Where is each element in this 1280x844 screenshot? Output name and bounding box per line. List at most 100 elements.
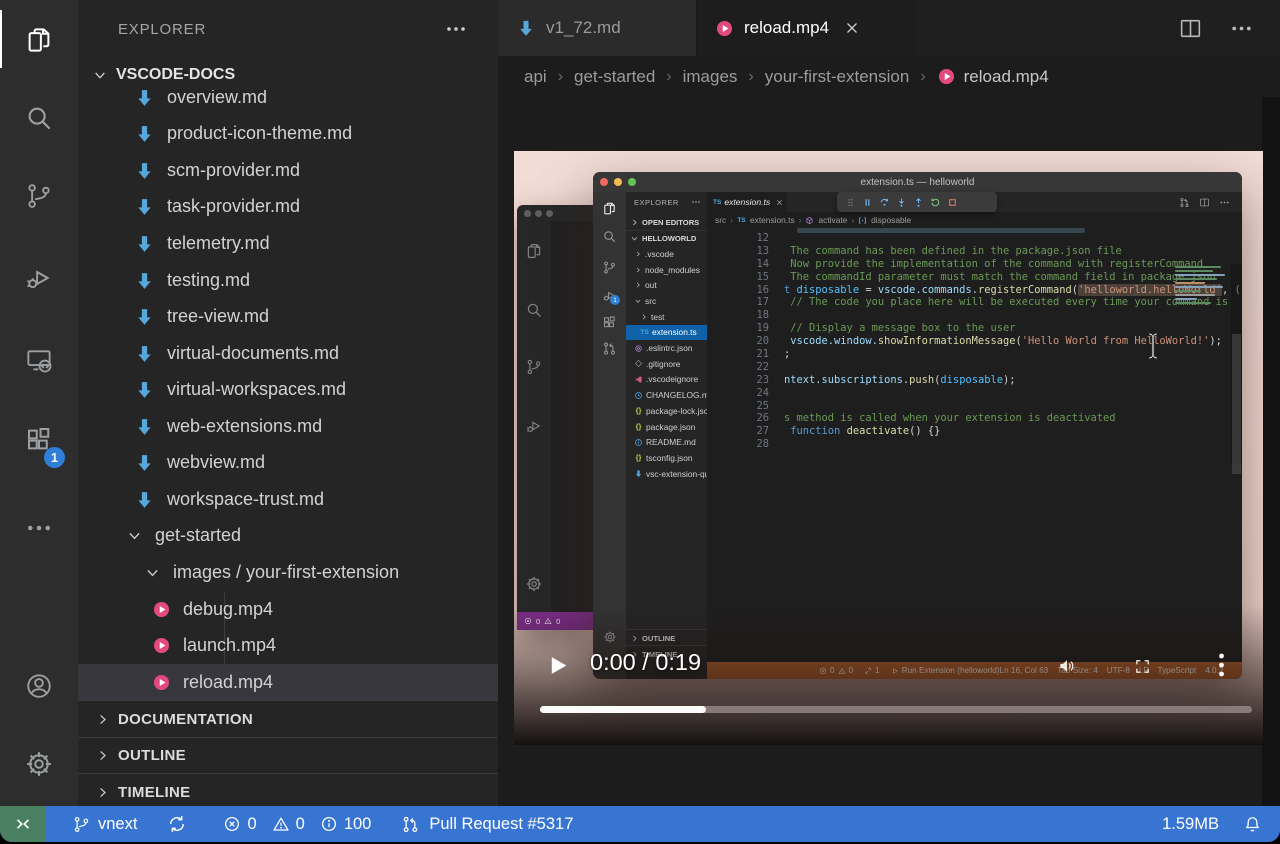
sidebar-section-documentation[interactable]: DOCUMENTATION	[78, 700, 498, 737]
line-number: 25	[756, 399, 769, 412]
pr-icon	[1179, 197, 1190, 208]
split-editor-icon[interactable]	[1178, 16, 1203, 41]
file-size-status[interactable]: 1.59MB	[1162, 815, 1219, 834]
sidebar-header: EXPLORER	[78, 0, 498, 58]
tree-item-webview-md[interactable]: webview.md	[78, 444, 498, 481]
sidebar-title: EXPLORER	[118, 20, 207, 38]
breadcrumb-segment[interactable]: images	[683, 67, 738, 87]
tree-item-overview-md[interactable]: overview.md	[78, 90, 498, 116]
ts-icon: TS	[737, 216, 746, 224]
activity-item-settings[interactable]	[0, 731, 78, 797]
close-icon[interactable]	[843, 19, 861, 37]
activity-badge: 1	[44, 447, 65, 468]
play-button[interactable]	[545, 652, 570, 679]
more-actions-icon[interactable]	[444, 17, 468, 41]
inner-tree-item: .gitignore	[626, 356, 707, 372]
tree-item-images-your-first-extension[interactable]: images / your-first-extension	[78, 554, 498, 591]
sync-icon	[167, 814, 187, 834]
breadcrumb: api › get-started › images › your-first-extens…	[498, 56, 1280, 97]
tree-item-get-started[interactable]: get-started	[78, 517, 498, 554]
account-icon	[24, 671, 54, 701]
video-scrubber[interactable]	[540, 706, 1252, 713]
vsc-file-icon	[634, 375, 643, 384]
markdown-file-icon	[134, 452, 155, 473]
notifications-status[interactable]	[1243, 815, 1262, 834]
breadcrumb-segment[interactable]: get-started	[574, 67, 655, 87]
tab-reload-mp4[interactable]: reload.mp4	[697, 0, 915, 56]
code-line: 21;	[707, 348, 1242, 361]
scm-icon	[525, 358, 543, 376]
code-token: Now provide the implementation of the co…	[784, 257, 1204, 270]
tab-v1-72-md[interactable]: v1_72.md	[498, 0, 697, 56]
fullscreen-icon[interactable]	[1134, 658, 1151, 675]
code-line: 26 s method is called when your extension…	[707, 412, 1242, 425]
code-text: The command has been defined in the pack…	[769, 245, 1122, 258]
pull-request-status[interactable]: Pull Request #5317	[401, 815, 573, 834]
bell-icon	[1243, 815, 1262, 834]
inner-tree-label: .vscode	[645, 248, 674, 259]
tree-item-virtual-documents-md[interactable]: virtual-documents.md	[78, 335, 498, 372]
pause-icon	[862, 197, 873, 208]
tree-item-testing-md[interactable]: testing.md	[78, 262, 498, 299]
tree-item-debug-mp4[interactable]: debug.mp4	[78, 591, 498, 628]
tree-item-label: reload.mp4	[183, 671, 274, 692]
remote-icon	[13, 814, 33, 834]
code-text: t disposable = vscode.commands.registerC…	[769, 283, 1241, 297]
breadcrumb-segment[interactable]: api	[524, 67, 547, 87]
window-title: extension.ts — helloworld	[860, 176, 975, 188]
project-root-row[interactable]: VSCODE-DOCS	[78, 60, 498, 90]
file-size: 1.59MB	[1162, 814, 1219, 833]
branch-name: vnext	[98, 814, 138, 833]
sidebar-section-outline[interactable]: OUTLINE	[78, 736, 498, 774]
code-text: s method is called when your extension i…	[769, 412, 1116, 425]
tree-item-virtual-workspaces-md[interactable]: virtual-workspaces.md	[78, 371, 498, 408]
inner-tree-label: package.json	[646, 421, 696, 432]
activity-item-remote-explorer[interactable]	[0, 327, 78, 393]
video-menu-icon[interactable]	[1217, 652, 1226, 678]
activity-item-account[interactable]	[0, 653, 78, 719]
inner-activity-badge: 1	[610, 295, 620, 305]
tree-item-product-icon-theme-md[interactable]: product-icon-theme.md	[78, 115, 498, 152]
chevron-right-icon	[95, 785, 110, 800]
inner-activity-debug: 1	[593, 281, 626, 309]
mdsm-file-icon	[634, 469, 643, 478]
activity-item-source-control[interactable]	[0, 163, 78, 229]
code-token: // The code you place here will be execu…	[784, 296, 1229, 309]
ts-icon: TS	[713, 198, 722, 206]
inner-tree-item: src	[626, 293, 707, 309]
volume-icon[interactable]	[1057, 656, 1077, 676]
tree-item-task-provider-md[interactable]: task-provider.md	[78, 188, 498, 225]
inner-tab-label: extension.ts	[724, 197, 771, 207]
breadcrumb-file[interactable]: reload.mp4	[937, 67, 1049, 87]
breadcrumb-segment[interactable]: your-first-extension	[765, 67, 910, 87]
activity-item-extensions[interactable]: 1	[0, 407, 78, 473]
sidebar-section-timeline[interactable]: TIMELINE	[78, 773, 498, 810]
tree-item-scm-provider-md[interactable]: scm-provider.md	[78, 152, 498, 189]
inner-tree-label: CHANGELOG.md	[646, 390, 707, 401]
tree-item-reload-mp4[interactable]: reload.mp4	[78, 663, 498, 700]
activity-item-run-debug[interactable]	[0, 245, 78, 311]
split-icon	[1199, 197, 1210, 208]
branch-status[interactable]: vnext	[72, 815, 137, 834]
inner-tree-item: .vscode	[626, 246, 707, 262]
activity-item-search[interactable]	[0, 85, 78, 151]
breadcrumb-separator: ›	[748, 67, 754, 85]
tree-item-telemetry-md[interactable]: telemetry.md	[78, 225, 498, 262]
tree-item-tree-view-md[interactable]: tree-view.md	[78, 298, 498, 335]
sync-status[interactable]	[167, 814, 187, 834]
activity-item-more[interactable]	[0, 495, 78, 561]
more-actions-icon[interactable]	[1229, 16, 1254, 41]
tree-item-launch-mp4[interactable]: launch.mp4	[78, 627, 498, 664]
tree-item-web-extensions-md[interactable]: web-extensions.md	[78, 408, 498, 445]
chevron-right-icon	[634, 281, 642, 289]
activity-item-explorer[interactable]	[0, 7, 78, 73]
video-player[interactable]: 0 0 extension.ts — helloworld 1	[514, 151, 1263, 745]
inner-breadcrumb-segment: extension.ts	[749, 215, 795, 225]
inner-tree-item: CHANGELOG.md	[626, 387, 707, 403]
remote-indicator[interactable]	[0, 806, 46, 842]
tree-item-workspace-trust-md[interactable]: workspace-trust.md	[78, 481, 498, 518]
warning-icon	[272, 815, 290, 833]
video-file-icon	[152, 600, 171, 619]
problems-status[interactable]: 0 0 100	[223, 815, 371, 834]
